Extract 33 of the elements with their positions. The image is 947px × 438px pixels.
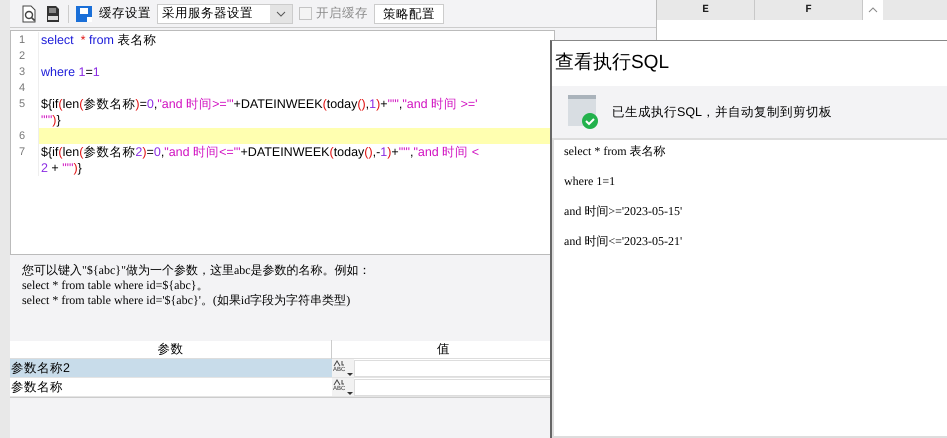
line-number: 7 (11, 144, 39, 176)
save-icon[interactable] (75, 4, 93, 22)
dialog-title: 查看执行SQL (554, 51, 670, 76)
line-number: 4 (11, 80, 39, 96)
help-text: select * from table where id='${abc}'。(如果id字段为字符串类型) (22, 293, 352, 308)
parameter-name-cell[interactable]: 参数名称 (10, 378, 332, 396)
code-line: 2 + "'")} (41, 160, 83, 176)
code-line: where 1=1 (41, 64, 101, 80)
code-line: ${if(len(参数名称)=0,"and 时间>='"+DATEINWEEK(today(),1)+"'","and 时间 >=' (41, 96, 479, 112)
line-number: 2 (11, 48, 39, 64)
column-header: E (657, 0, 755, 20)
column-header: 值 (436, 341, 451, 358)
sql-editor[interactable]: 1 select * from 表名称 2 3 where 1=1 4 5 ${if(len(参数名称)=0,"and 时间>='"+DATEINWEEK(today(),1)+"'","and 时间 >=' "'")} 6 7 ${if(len(参数名称2)=0,"and 时间<='"+DATEINWEEK(today(),-1)+"'","and 时间 < 2 + "'")} (10, 30, 555, 255)
scroll-up-icon[interactable] (863, 0, 883, 20)
preview-icon[interactable] (20, 4, 38, 22)
code-line: select * from 表名称 (41, 32, 158, 48)
caret-icon (276, 10, 286, 16)
help-text: select * from table where id=${abc}。 (22, 278, 210, 293)
help-text: 您可以键入"${abc}"做为一个参数，这里abc是参数的名称。例如： (22, 263, 372, 278)
parameter-name-cell[interactable]: 参数名称2 (10, 359, 332, 377)
line-number: 3 (11, 64, 39, 80)
success-icon (568, 95, 598, 129)
cache-settings-label: 缓存设置 (99, 5, 151, 22)
sql-file-icon[interactable] (44, 4, 62, 22)
line-number: 5 (11, 96, 39, 128)
code-line: "'")} (41, 112, 62, 128)
cache-mode-select[interactable]: 采用服务器设置 (157, 4, 293, 24)
code-line: ${if(len(参数名称2)=0,"and 时间<='"+DATEINWEEK(today(),-1)+"'","and 时间 < (41, 144, 480, 160)
success-message: 已生成执行SQL，并自动复制到剪切板 (612, 104, 832, 121)
sql-output-area: select * from 表名称 where 1=1 and 时间>='2023-05-15' and 时间<='2023-05-21' (552, 138, 947, 438)
strategy-config-button[interactable]: 策略配置 (374, 4, 444, 24)
cache-checkbox-label: 开启缓存 (316, 5, 368, 22)
line-number: 1 (11, 32, 39, 48)
